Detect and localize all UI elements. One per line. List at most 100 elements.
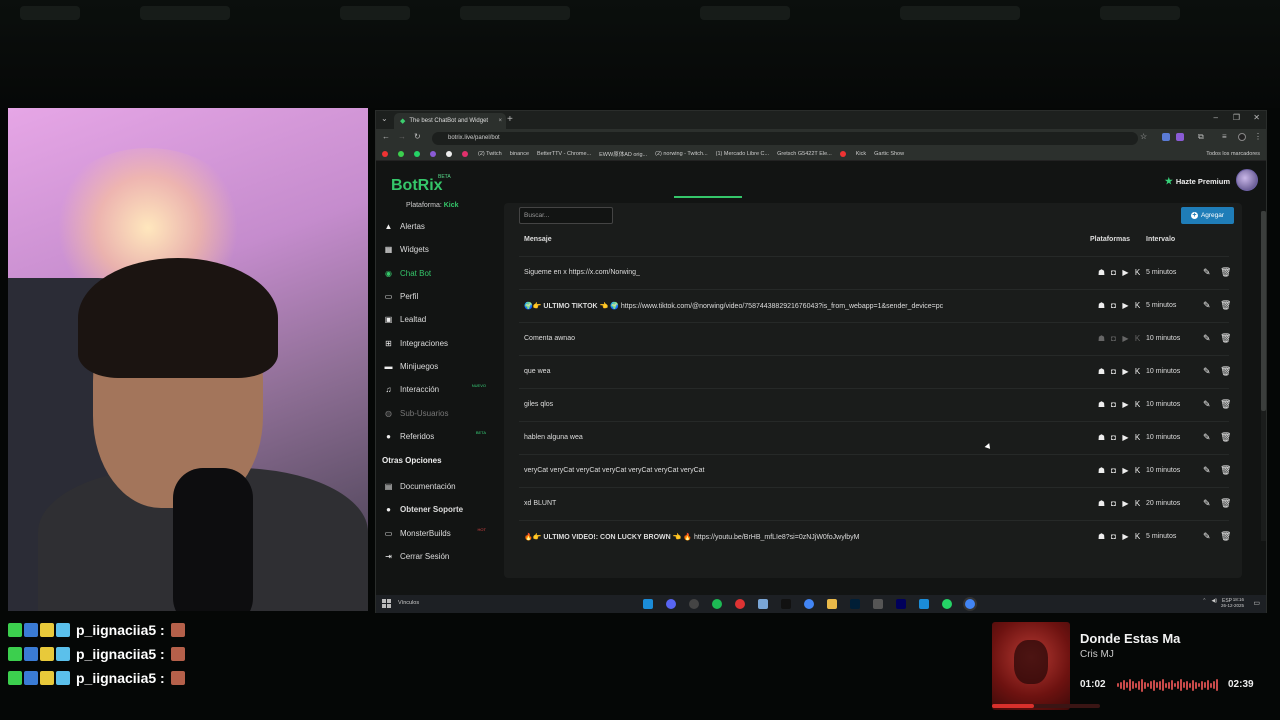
- trash-icon[interactable]: 🗑: [1220, 432, 1231, 443]
- chat-message: p_iignaciia5 :: [8, 668, 185, 688]
- waveform-bar: [1195, 681, 1197, 689]
- system-clock[interactable]: 18:16 26-12-2025: [1221, 597, 1244, 609]
- bookmark-item[interactable]: EWW原体AD orig...: [599, 150, 647, 158]
- bookmark-item[interactable]: binance: [510, 151, 529, 157]
- edit-icon[interactable]: ✎: [1203, 366, 1211, 377]
- chrome-icon[interactable]: [804, 599, 814, 609]
- trash-icon[interactable]: 🗑: [1220, 498, 1231, 509]
- edit-icon[interactable]: ✎: [1203, 300, 1211, 311]
- trash-icon[interactable]: 🗑: [1220, 531, 1231, 542]
- premium-button[interactable]: ★ Hazte Premium: [1165, 176, 1230, 187]
- url-field[interactable]: botrix.live/panel/bot: [432, 132, 1138, 145]
- bookmark-star-icon[interactable]: ☆: [1140, 132, 1147, 141]
- sidebar-item-alertas[interactable]: ▲ Alertas: [384, 218, 492, 234]
- audio-waveform: [1117, 678, 1220, 692]
- edit-icon[interactable]: ✎: [1203, 267, 1211, 278]
- browser-menu-icon[interactable]: ⋮: [1254, 132, 1262, 141]
- sidebar-item-minijuegos[interactable]: ▬ Minijuegos: [384, 358, 492, 374]
- edit-icon[interactable]: ✎: [1203, 333, 1211, 344]
- taskbar-links[interactable]: Vínculos: [398, 600, 419, 606]
- edit-icon[interactable]: ✎: [1203, 399, 1211, 410]
- bookmark-item[interactable]: BetterTTV - Chrome...: [537, 151, 591, 157]
- whatsapp-icon[interactable]: [942, 599, 952, 609]
- capcut-icon[interactable]: [781, 599, 791, 609]
- user-avatar[interactable]: [1236, 169, 1258, 191]
- chat-overlay: p_iignaciia5 : p_iignaciia5 : p_iignacii…: [0, 618, 366, 690]
- sidebar-item-label: Referidos: [400, 431, 435, 441]
- edit-icon[interactable]: ✎: [1203, 531, 1211, 542]
- edit-icon[interactable]: ✎: [1203, 498, 1211, 509]
- sidebar-item-widgets[interactable]: ▦ Widgets: [384, 241, 492, 257]
- extension-icon[interactable]: [1162, 133, 1170, 141]
- tab-search-icon[interactable]: ⌄: [381, 114, 388, 123]
- reading-list-icon[interactable]: ≡: [1222, 132, 1227, 141]
- notifications-icon[interactable]: ▭: [1253, 599, 1260, 607]
- trash-icon[interactable]: 🗑: [1220, 399, 1231, 410]
- sidebar-item-lealtad[interactable]: ▣ Lealtad: [384, 311, 492, 327]
- sidebar-item-monsterbuilds[interactable]: ▭ MonsterBuilds HOT: [384, 525, 492, 541]
- tray-chevron-icon[interactable]: ⌃: [1202, 598, 1206, 604]
- botrix-logo[interactable]: BotRix: [391, 177, 443, 195]
- forward-button[interactable]: →: [398, 132, 406, 141]
- profile-icon[interactable]: [1238, 133, 1246, 141]
- steam-icon[interactable]: [919, 599, 929, 609]
- photoshop-icon[interactable]: [850, 599, 860, 609]
- maximize-button[interactable]: ❐: [1233, 113, 1240, 122]
- gift-badge-icon: [56, 623, 70, 637]
- bookmark-item[interactable]: (2) Twitch: [478, 151, 502, 157]
- steam-icon[interactable]: [643, 599, 653, 609]
- sidebar-item-cerrar-sesion[interactable]: ⇥ Cerrar Sesión: [384, 548, 492, 564]
- windows-start-icon[interactable]: [382, 599, 391, 608]
- discord-icon[interactable]: [666, 599, 676, 609]
- bookmark-item[interactable]: Gartic Show: [874, 151, 904, 157]
- bookmarks-folder[interactable]: Todos los marcadores: [1206, 151, 1260, 157]
- row-emoji-prefix: 🔥👉: [524, 534, 542, 541]
- reload-button[interactable]: ↻: [414, 132, 421, 141]
- sidebar-item-interaccion[interactable]: ♫ Interacción NUEVO: [384, 381, 492, 397]
- sidebar-item-chat-bot[interactable]: ◉ Chat Bot: [384, 265, 492, 281]
- sidebar-item-documentacion[interactable]: ▤ Documentación: [384, 478, 492, 494]
- trash-icon[interactable]: 🗑: [1220, 465, 1231, 476]
- close-window-button[interactable]: ✕: [1253, 113, 1260, 122]
- add-button[interactable]: + Agregar: [1181, 207, 1234, 224]
- trash-icon[interactable]: 🗑: [1220, 300, 1231, 311]
- app-icon[interactable]: [735, 599, 745, 609]
- row-platforms: ☗ ◘ ▶ K: [1097, 367, 1142, 376]
- edit-icon[interactable]: ✎: [1203, 465, 1211, 476]
- bookmark-item[interactable]: Kick: [856, 151, 866, 157]
- tab-close-icon[interactable]: ×: [498, 118, 502, 124]
- sidebar-item-sub-usuarios[interactable]: ◍ Sub-Usuarios: [384, 405, 492, 421]
- twitch-platform-icon: ◘: [1111, 400, 1116, 409]
- sidebar-item-soporte[interactable]: ● Obtener Soporte: [384, 501, 492, 517]
- sidebar-item-integraciones[interactable]: ⊞ Integraciones: [384, 335, 492, 351]
- trash-icon[interactable]: 🗑: [1220, 366, 1231, 377]
- trash-icon[interactable]: 🗑: [1220, 267, 1231, 278]
- back-button[interactable]: ←: [382, 132, 390, 141]
- edit-icon[interactable]: ✎: [1203, 432, 1211, 443]
- premiere-icon[interactable]: [896, 599, 906, 609]
- app-icon[interactable]: [758, 599, 768, 609]
- kick-badge-icon: [8, 647, 22, 661]
- app-icon[interactable]: [873, 599, 883, 609]
- spotify-icon[interactable]: [712, 599, 722, 609]
- extension-icon[interactable]: [1176, 133, 1184, 141]
- new-tab-button[interactable]: +: [507, 114, 513, 125]
- browser-tab[interactable]: ◆ The best ChatBot and Widget ×: [394, 113, 506, 129]
- bookmark-item[interactable]: (1) Mercado Libre C...: [716, 151, 770, 157]
- extensions-puzzle-icon[interactable]: ⧉: [1198, 132, 1204, 142]
- volume-icon[interactable]: ◀): [1211, 598, 1217, 604]
- obs-icon[interactable]: [689, 599, 699, 609]
- page-scrollbar[interactable]: [1261, 211, 1266, 541]
- waveform-bar: [1138, 680, 1140, 690]
- search-input[interactable]: Buscar...: [519, 207, 613, 224]
- kick-platform-icon: ☗: [1097, 334, 1106, 343]
- trash-icon[interactable]: 🗑: [1220, 333, 1231, 344]
- chrome-active-icon[interactable]: [965, 599, 975, 609]
- sidebar-item-perfil[interactable]: ▭ Perfil: [384, 288, 492, 304]
- bookmark-item[interactable]: (2) norwing - Twitch...: [655, 151, 707, 157]
- minimize-button[interactable]: –: [1214, 113, 1218, 122]
- folder-icon[interactable]: [827, 599, 837, 609]
- sidebar-item-referidos[interactable]: ● Referidos BETA: [384, 428, 492, 444]
- bookmark-item[interactable]: Gretsch G5422T Ele...: [777, 151, 832, 157]
- scrollbar-thumb[interactable]: [1261, 211, 1266, 411]
